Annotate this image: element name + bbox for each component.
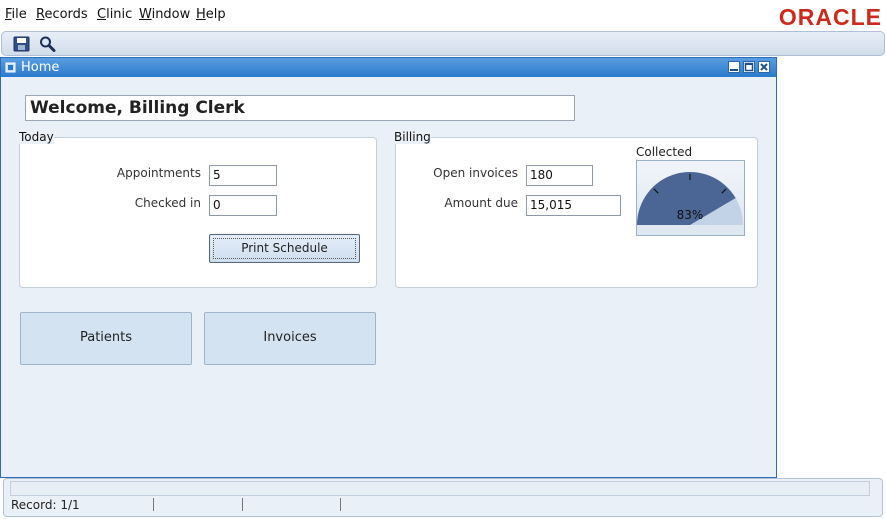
menu-file[interactable]: File — [5, 7, 27, 22]
print-schedule-button[interactable]: Print Schedule — [209, 234, 360, 263]
checked-in-field[interactable]: 0 — [209, 195, 277, 216]
invoices-button[interactable]: Invoices — [204, 312, 376, 365]
close-icon[interactable] — [758, 61, 770, 73]
menu-records[interactable]: Records — [36, 7, 88, 22]
patients-button-label: Patients — [79, 330, 133, 345]
appointments-label: Appointments — [116, 166, 201, 180]
window-title: Home — [21, 60, 60, 75]
gauge-chart: 83% — [637, 172, 744, 235]
minimize-icon[interactable] — [728, 61, 740, 73]
today-group — [19, 137, 377, 288]
status-divider — [242, 498, 243, 511]
today-group-label: Today — [19, 130, 54, 144]
window-icon — [5, 62, 16, 73]
billing-group-label: Billing — [394, 130, 431, 144]
welcome-banner: Welcome, Billing Clerk — [25, 95, 575, 121]
status-divider — [340, 498, 341, 511]
amount-due-field[interactable]: 15,015 — [526, 195, 621, 216]
checked-in-label: Checked in — [134, 196, 201, 210]
patients-button[interactable]: Patients — [20, 312, 192, 365]
collected-gauge: 83% — [636, 160, 745, 236]
window-title-bar[interactable]: Home — [1, 58, 776, 77]
appointments-field[interactable]: 5 — [209, 165, 277, 186]
gauge-label: Collected — [636, 145, 693, 159]
status-bar: Record: 1/1 — [3, 478, 883, 517]
amount-due-label: Amount due — [444, 196, 518, 210]
menu-help[interactable]: Help — [196, 7, 226, 22]
invoices-button-label: Invoices — [263, 330, 317, 345]
menu-window[interactable]: Window — [139, 7, 190, 22]
save-icon[interactable] — [12, 35, 31, 53]
status-divider — [153, 498, 154, 511]
open-invoices-field[interactable]: 180 — [526, 165, 593, 186]
gauge-value: 83% — [677, 208, 704, 222]
maximize-icon[interactable] — [743, 61, 755, 73]
menu-bar: File Records Clinic Window Help ORACLE — [0, 0, 886, 30]
gauge-base — [637, 224, 744, 235]
print-schedule-label: Print Schedule — [241, 241, 328, 255]
search-icon[interactable] — [38, 35, 57, 53]
horizontal-scrollbar[interactable] — [10, 481, 870, 496]
open-invoices-label: Open invoices — [433, 166, 518, 180]
oracle-logo: ORACLE — [778, 4, 882, 30]
menu-clinic[interactable]: Clinic — [97, 7, 132, 22]
toolbar — [1, 31, 885, 56]
record-status: Record: 1/1 — [11, 498, 80, 512]
